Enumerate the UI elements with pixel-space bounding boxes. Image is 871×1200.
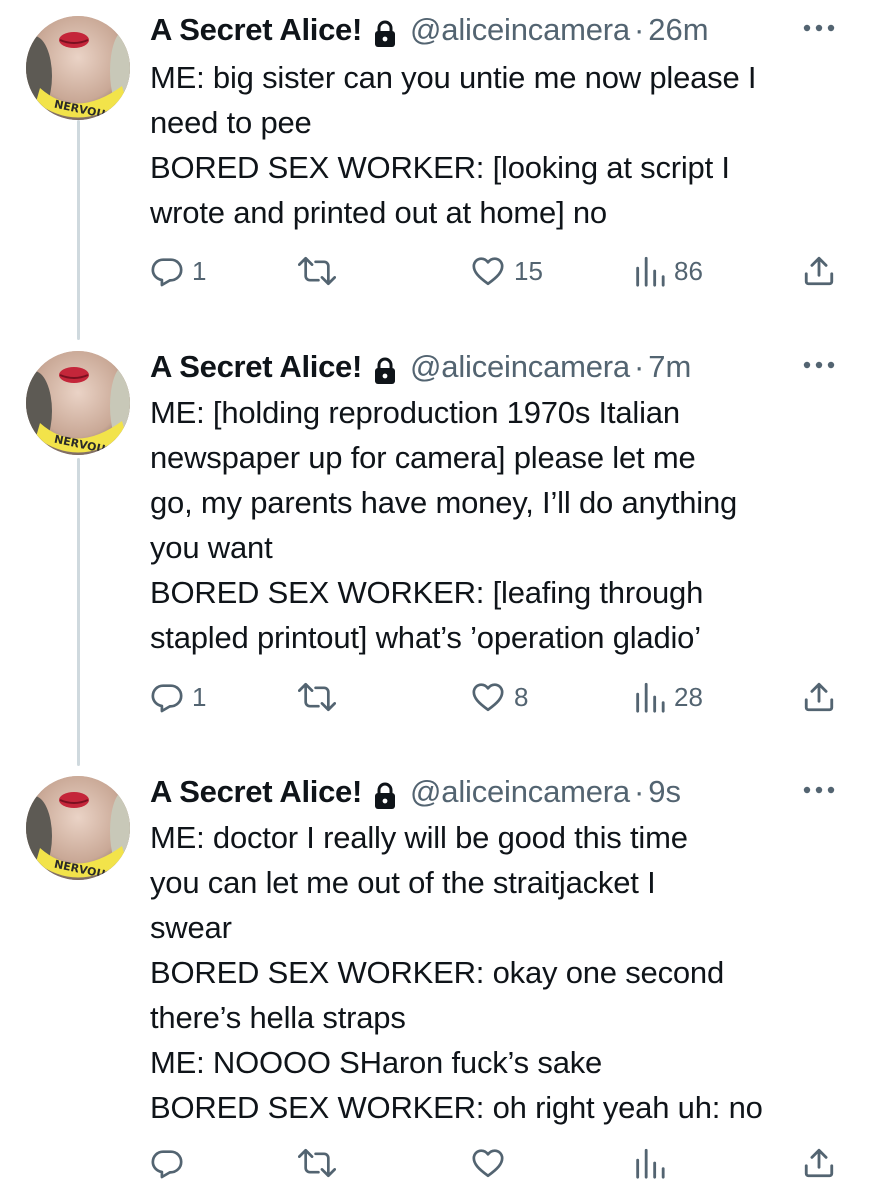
like-count: 15 bbox=[514, 255, 543, 286]
tweet-text-line: need to pee bbox=[150, 105, 312, 140]
retweet-button[interactable] bbox=[298, 1143, 344, 1183]
reply-button[interactable]: 1 bbox=[150, 677, 206, 717]
reply-count: 1 bbox=[192, 681, 207, 712]
timestamp[interactable]: 26m bbox=[648, 8, 708, 52]
tweet[interactable]: NERVOUS A Secret Alice! @aliceincamera ·… bbox=[0, 770, 871, 1200]
separator-dot: · bbox=[633, 12, 645, 47]
retweet-icon bbox=[298, 1148, 336, 1178]
tweet-text-line: ME: big sister can you untie me now plea… bbox=[150, 60, 757, 95]
views-count: 86 bbox=[674, 255, 703, 286]
tweet-text-line: ME: NOOOO SHaron fuck’s sake bbox=[150, 1045, 603, 1080]
more-icon[interactable] bbox=[801, 355, 837, 375]
like-button[interactable]: 15 bbox=[470, 251, 543, 291]
share-icon bbox=[804, 1148, 834, 1178]
tweet-header: A Secret Alice! @aliceincamera · 9s bbox=[150, 770, 681, 814]
share-button[interactable] bbox=[802, 1143, 836, 1183]
views-button[interactable]: 86 bbox=[632, 251, 703, 291]
lock-icon bbox=[374, 353, 396, 384]
handle[interactable]: @aliceincamera bbox=[410, 8, 630, 52]
timestamp[interactable]: 7m bbox=[648, 345, 691, 389]
tweet-header: A Secret Alice! @aliceincamera · 7m bbox=[150, 345, 691, 389]
display-name[interactable]: A Secret Alice! bbox=[150, 345, 362, 389]
avatar[interactable]: NERVOUS bbox=[26, 351, 130, 455]
handle[interactable]: @aliceincamera bbox=[410, 770, 630, 814]
tweet-text-line: go, my parents have money, I’ll do anyth… bbox=[150, 485, 738, 520]
timestamp[interactable]: 9s bbox=[648, 770, 681, 814]
tweet-text-line: BORED SEX WORKER: [leafing through bbox=[150, 575, 704, 610]
display-name[interactable]: A Secret Alice! bbox=[150, 8, 362, 52]
tweet-text-line: stapled printout] what’s ’operation glad… bbox=[150, 620, 701, 655]
more-icon[interactable] bbox=[801, 18, 837, 38]
share-button[interactable] bbox=[802, 251, 836, 291]
views-icon bbox=[636, 682, 665, 713]
tweet-text-line: wrote and printed out at home] no bbox=[150, 195, 607, 230]
heart-icon bbox=[472, 257, 504, 286]
tweet-text-line: you can let me out of the straitjacket I bbox=[150, 865, 656, 900]
tweet-text-line: ME: [holding reproduction 1970s Italian bbox=[150, 395, 680, 430]
reply-button[interactable]: 1 bbox=[150, 251, 206, 291]
separator-dot: · bbox=[633, 349, 645, 384]
reply-icon bbox=[151, 258, 183, 287]
tweet[interactable]: NERVOUS A Secret Alice! @aliceincamera ·… bbox=[0, 8, 871, 328]
tweet-text-line: BORED SEX WORKER: oh right yeah uh: no bbox=[150, 1090, 763, 1125]
tweet-actions: 1 15 86 bbox=[150, 251, 850, 291]
tweet-text: ME: [holding reproduction 1970s Italian … bbox=[150, 390, 840, 660]
display-name[interactable]: A Secret Alice! bbox=[150, 770, 362, 814]
like-button[interactable] bbox=[470, 1143, 514, 1183]
views-icon bbox=[636, 1148, 665, 1179]
tweet-text-line: ME: doctor I really will be good this ti… bbox=[150, 820, 688, 855]
tweet-actions bbox=[150, 1143, 850, 1183]
tweet-text: ME: doctor I really will be good this ti… bbox=[150, 815, 840, 1130]
avatar[interactable]: NERVOUS bbox=[26, 776, 130, 880]
tweet-text-line: swear bbox=[150, 910, 232, 945]
tweet-text-line: you want bbox=[150, 530, 273, 565]
lock-icon bbox=[374, 778, 396, 809]
views-button[interactable] bbox=[632, 1143, 674, 1183]
tweet-text-line: BORED SEX WORKER: okay one second bbox=[150, 955, 725, 990]
retweet-icon bbox=[298, 682, 336, 712]
retweet-button[interactable] bbox=[298, 251, 344, 291]
share-icon bbox=[804, 682, 834, 712]
like-count: 8 bbox=[514, 681, 529, 712]
tweet[interactable]: NERVOUS A Secret Alice! @aliceincamera ·… bbox=[0, 345, 871, 725]
reply-icon bbox=[151, 1150, 183, 1179]
tweet-text-line: BORED SEX WORKER: [looking at script I bbox=[150, 150, 730, 185]
views-button[interactable]: 28 bbox=[632, 677, 703, 717]
lock-icon bbox=[374, 16, 396, 47]
tweet-text-line: there’s hella straps bbox=[150, 1000, 406, 1035]
separator-dot: · bbox=[633, 774, 645, 809]
views-count: 28 bbox=[674, 681, 703, 712]
tweet-actions: 1 8 28 bbox=[150, 677, 850, 717]
retweet-icon bbox=[298, 256, 336, 286]
more-icon[interactable] bbox=[801, 780, 837, 800]
tweet-text: ME: big sister can you untie me now plea… bbox=[150, 55, 840, 235]
like-button[interactable]: 8 bbox=[470, 677, 528, 717]
tweet-text-line: newspaper up for camera] please let me bbox=[150, 440, 696, 475]
tweet-header: A Secret Alice! @aliceincamera · 26m bbox=[150, 8, 709, 52]
retweet-button[interactable] bbox=[298, 677, 344, 717]
reply-count: 1 bbox=[192, 255, 207, 286]
avatar[interactable]: NERVOUS bbox=[26, 16, 130, 120]
share-icon bbox=[804, 256, 834, 286]
heart-icon bbox=[472, 1149, 504, 1178]
reply-button[interactable] bbox=[150, 1143, 192, 1183]
heart-icon bbox=[472, 683, 504, 712]
share-button[interactable] bbox=[802, 677, 836, 717]
views-icon bbox=[636, 256, 665, 287]
reply-icon bbox=[151, 684, 183, 713]
handle[interactable]: @aliceincamera bbox=[410, 345, 630, 389]
